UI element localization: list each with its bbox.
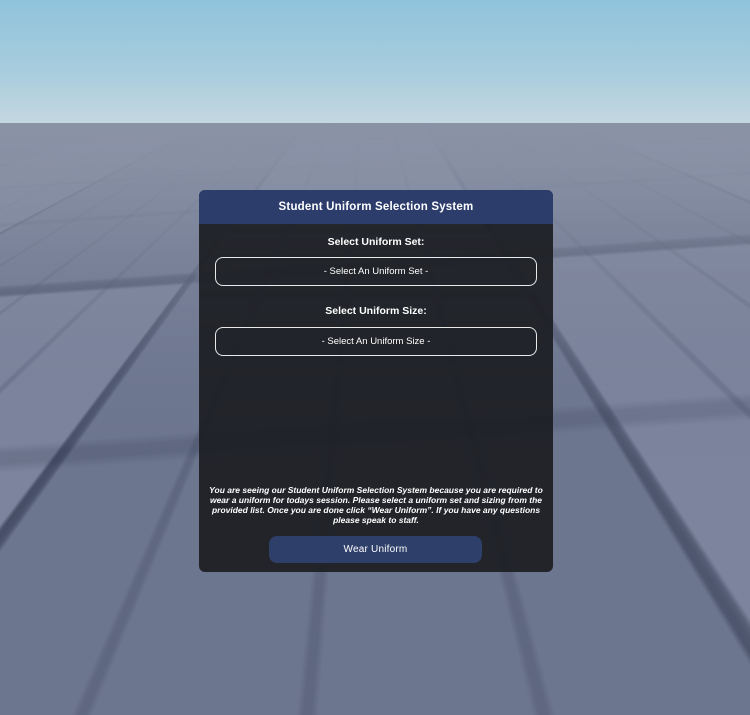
uniform-size-selected-value: - Select An Uniform Size - xyxy=(321,336,431,347)
uniform-set-dropdown[interactable]: - Select An Uniform Set - xyxy=(215,257,537,286)
uniform-selection-dialog: Student Uniform Selection System Select … xyxy=(199,190,553,572)
dialog-title: Student Uniform Selection System xyxy=(278,201,474,213)
dialog-header: Student Uniform Selection System xyxy=(199,190,553,224)
info-text: You are seeing our Student Uniform Selec… xyxy=(209,485,543,525)
uniform-set-label: Select Uniform Set: xyxy=(327,236,425,248)
wear-uniform-button-label: Wear Uniform xyxy=(343,544,408,555)
wear-uniform-button[interactable]: Wear Uniform xyxy=(269,536,482,563)
sky xyxy=(0,0,750,123)
uniform-size-label: Select Uniform Size: xyxy=(325,305,427,317)
uniform-set-selected-value: - Select An Uniform Set - xyxy=(323,266,429,277)
uniform-size-dropdown[interactable]: - Select An Uniform Size - xyxy=(215,327,537,356)
